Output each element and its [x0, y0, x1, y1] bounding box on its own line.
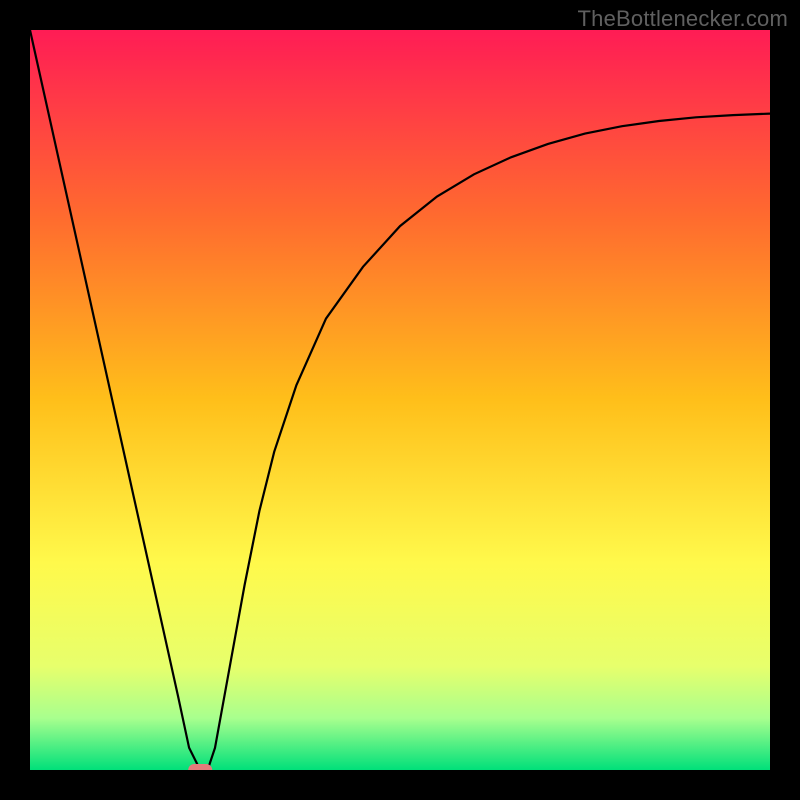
chart-svg — [30, 30, 770, 770]
watermark-label: TheBottlenecker.com — [578, 6, 788, 32]
chart-plot-area — [30, 30, 770, 770]
chart-background — [30, 30, 770, 770]
bottleneck-point-marker — [188, 764, 212, 770]
chart-frame: TheBottlenecker.com — [0, 0, 800, 800]
